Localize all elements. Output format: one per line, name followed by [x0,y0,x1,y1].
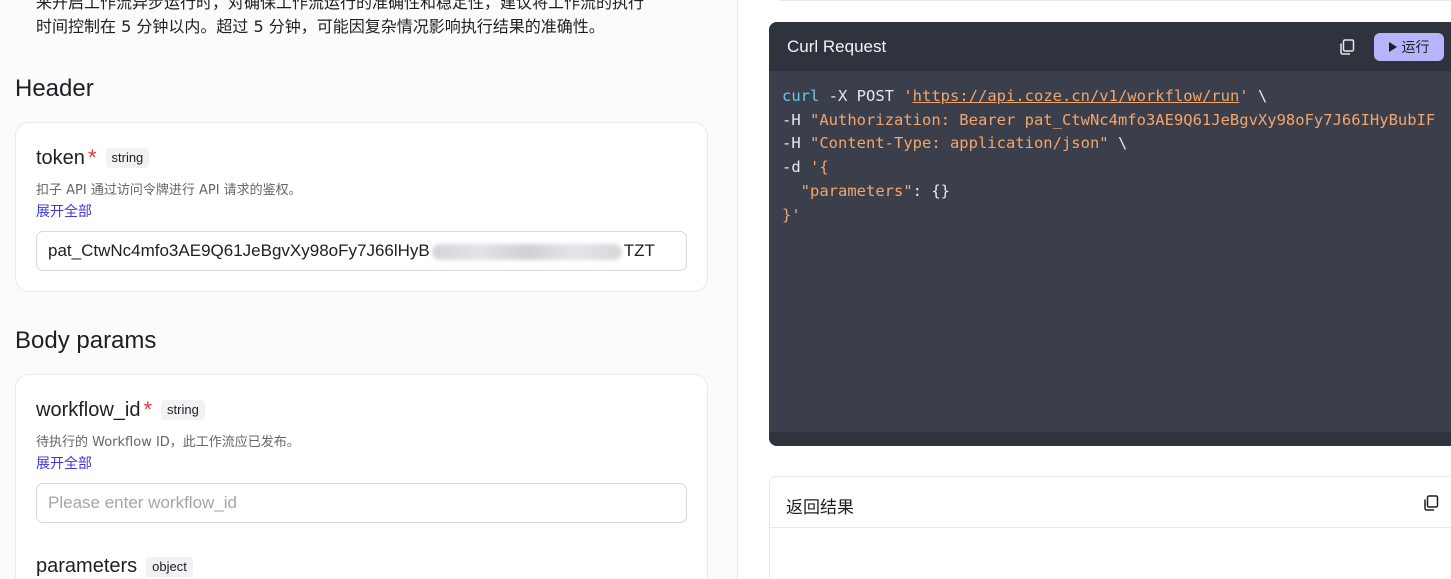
run-button-label: 运行 [1401,40,1430,56]
token-input[interactable]: pat_CtwNc4mfo3AE9Q61JeBgvXy98oFy7J66lHyB… [36,231,687,271]
code-line-5: "parameters": {} [782,182,950,200]
play-icon [1388,42,1397,52]
copy-icon[interactable] [1339,39,1355,55]
workflow-id-input[interactable]: Please enter workflow_id [36,483,687,523]
code-line-2: -H "Authorization: Bearer pat_CtwNc4mfo3… [782,111,1435,129]
header-section-title: Header [15,75,94,102]
code-token: \ [1248,87,1268,105]
code-token: -H [782,134,810,153]
result-title: 返回结果 [786,498,854,518]
token-param-name: token * string [36,145,150,171]
curl-request-panel: Curl Request 运行 curl -X POST 'https://ap… [769,22,1451,446]
code-line-1: curl -X POST 'https://api.coze.cn/v1/wor… [782,87,1267,105]
workflow-id-param-card: workflow_id * string 待执行的 Workflow ID，此工… [15,374,708,579]
token-param-description: 扣子 API 通过访问令牌进行 API 请求的鉴权。 [36,183,302,198]
workflow-id-param-description: 待执行的 Workflow ID，此工作流应已发布。 [36,435,300,450]
right-panel: Curl Request 运行 curl -X POST 'https://ap… [739,0,1451,579]
code-token: }' [782,205,801,224]
token-param-card: token * string 扣子 API 通过访问令牌进行 API 请求的鉴权… [15,122,708,292]
required-mark: * [87,145,97,170]
code-url-link[interactable]: https://api.coze.cn/v1/workflow/run [913,87,1240,105]
token-value-suffix: TZT [623,241,655,260]
left-panel: 来开启工作流异步运行时，对确保工作流运行的准确性和稳定性，建议将工作流的执行 时… [0,0,738,579]
code-token: \ [1108,134,1128,153]
type-badge: object [146,556,193,577]
code-line-6: }' [782,206,801,224]
param-name-label: parameters [36,555,138,577]
type-badge: string [105,148,150,168]
code-line-3: -H "Content-Type: application/json" \ [782,134,1127,152]
divider [770,527,1451,528]
code-token: ' [1239,87,1249,105]
redacted-blur [431,243,622,260]
workflow-id-expand-link[interactable]: 展开全部 [36,453,92,473]
param-name-label: token [36,146,85,169]
token-expand-link[interactable]: 展开全部 [36,201,92,221]
param-name-label: workflow_id [36,398,141,421]
code-token: curl [782,87,820,105]
parameters-param-name: parameters object [36,555,193,578]
code-token: -X POST [819,87,904,105]
code-token: '{ [810,158,829,177]
code-token: "parameters" [782,181,913,200]
curl-scrollbar-track[interactable] [769,432,1451,446]
code-token: "Content-Type: application/json" [810,134,1109,153]
code-token: "Authorization: Bearer pat_CtwNc4mfo3AE9… [810,110,1436,129]
copy-icon[interactable] [1423,495,1439,511]
code-line-4: -d '{ [782,158,829,176]
type-badge: string [161,400,205,420]
curl-request-header: Curl Request 运行 [769,22,1451,71]
intro-line-2: 时间控制在 5 分钟以内。超过 5 分钟，可能因复杂情况影响执行结果的准确性。 [36,17,605,36]
body-params-section-title: Body params [15,327,157,354]
result-panel: 返回结果 [769,476,1451,579]
code-token: -H [782,110,810,129]
workflow-id-param-name: workflow_id * string [36,397,205,423]
token-value-prefix: pat_CtwNc4mfo3AE9Q61JeBgvXy98oFy7J66lHyB [48,241,430,260]
code-token: -d [782,158,810,177]
code-token: : {} [912,181,950,200]
curl-request-title: Curl Request [787,37,887,56]
run-button[interactable]: 运行 [1374,33,1444,61]
required-mark: * [143,397,153,422]
curl-code-block: curl -X POST 'https://api.coze.cn/v1/wor… [782,85,1435,227]
code-token: ' [903,87,913,105]
divider [779,0,1451,1]
